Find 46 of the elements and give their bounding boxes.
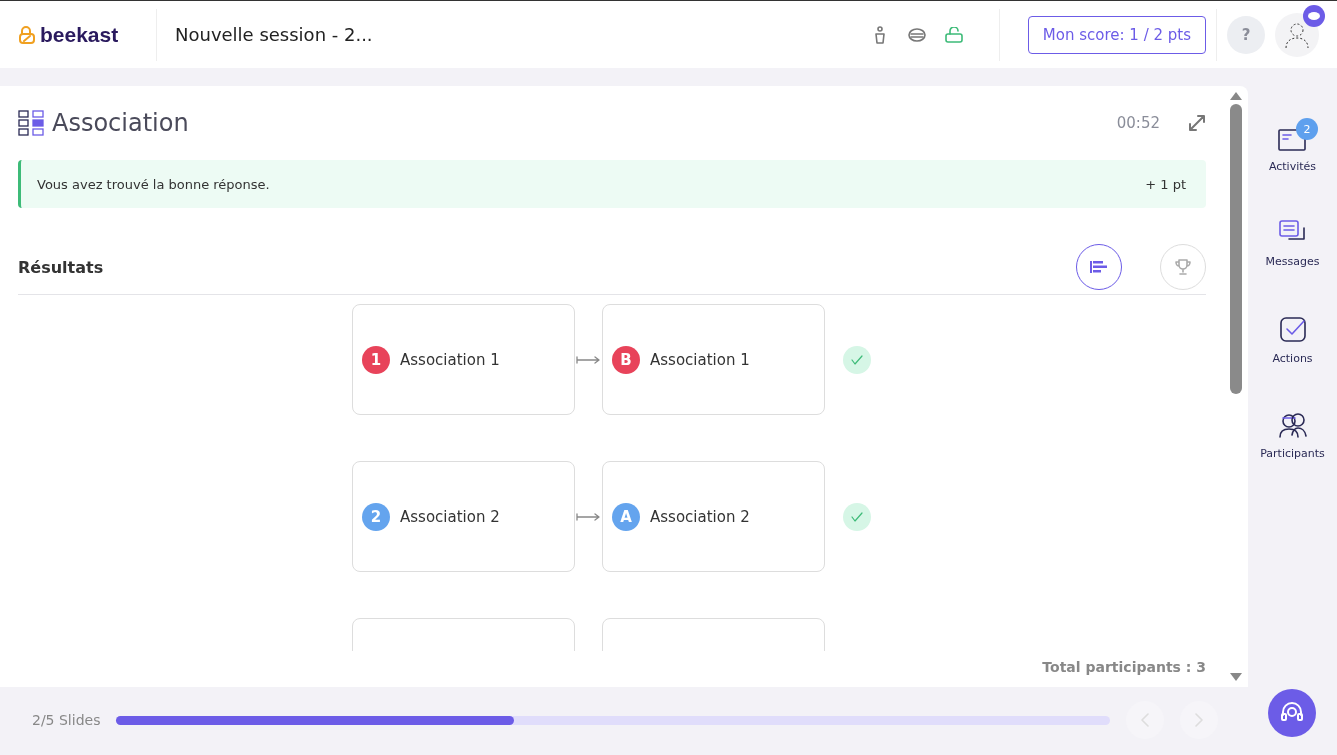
- chevron-right-icon: [1195, 713, 1203, 727]
- timer: 00:52: [1116, 114, 1160, 132]
- sidebar-item[interactable]: Actions: [1266, 306, 1319, 365]
- checkbox-icon: [1277, 314, 1308, 344]
- arrow-icon: [575, 354, 602, 365]
- points-earned: + 1 pt: [1145, 176, 1186, 192]
- association-icon: [18, 110, 44, 136]
- count-badge: 2: [1296, 118, 1319, 140]
- marker-badge: A: [612, 502, 640, 531]
- check-icon: [851, 354, 863, 365]
- expand-icon[interactable]: [1188, 114, 1206, 132]
- activity-title: Association: [52, 109, 190, 137]
- association-label: Association 2: [400, 507, 500, 526]
- check-icon: [851, 511, 863, 522]
- scroll-down-icon[interactable]: [1230, 673, 1242, 681]
- slide-counter: 2/5 Slides: [32, 712, 101, 728]
- list-icon: [1090, 261, 1108, 273]
- hand-icon[interactable]: [872, 25, 887, 44]
- association-label: Association 1: [650, 350, 750, 369]
- logo-icon: [18, 25, 36, 44]
- chevron-left-icon: [1141, 713, 1149, 727]
- association-label: Association 2: [650, 507, 750, 526]
- results-title: Résultats: [18, 257, 105, 277]
- association-label: Association 1: [400, 350, 500, 369]
- scroll-up-icon[interactable]: [1230, 92, 1242, 100]
- marker-badge: B: [612, 345, 640, 374]
- avatar[interactable]: [1275, 12, 1319, 57]
- sidebar-item[interactable]: Messages: [1259, 211, 1326, 268]
- total-participants: Total participants : 3: [1041, 658, 1206, 675]
- support-button[interactable]: [1268, 689, 1316, 737]
- user-silhouette-icon: [1283, 20, 1311, 49]
- people-icon: [1277, 411, 1308, 439]
- view-toggle[interactable]: [1076, 244, 1122, 290]
- arrow-icon: [575, 511, 602, 522]
- scrollbar-thumb[interactable]: [1230, 104, 1242, 394]
- trophy-icon: [1174, 258, 1192, 276]
- marker-badge: 2: [362, 502, 390, 531]
- feedback-message: Vous avez trouvé la bonne réponse.: [37, 176, 270, 192]
- score-button[interactable]: Mon score: 1 / 2 pts: [1027, 15, 1206, 54]
- logo-text: beekast: [40, 22, 119, 47]
- window-icon: [1277, 126, 1308, 152]
- session-title: Nouvelle session - 2...: [175, 24, 374, 45]
- sidebar-item[interactable]: Participants: [1254, 403, 1331, 460]
- unlocked-padlock-icon[interactable]: [944, 26, 963, 43]
- marker-badge: 1: [362, 345, 390, 374]
- sidebar-item[interactable]: 2 Activités: [1262, 118, 1323, 173]
